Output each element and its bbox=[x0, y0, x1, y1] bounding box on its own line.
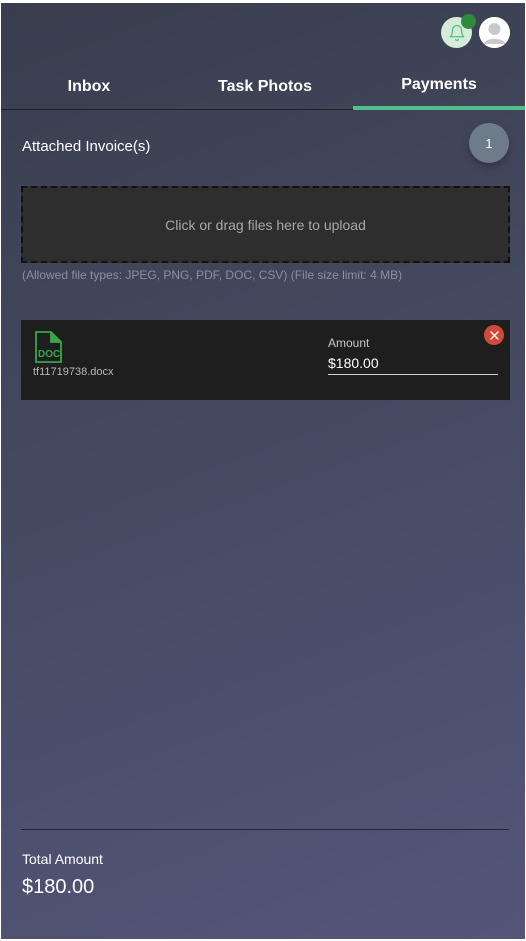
tab-payments[interactable]: Payments bbox=[353, 63, 525, 110]
file-upload-dropzone[interactable]: Click or drag files here to upload bbox=[21, 186, 510, 263]
user-avatar[interactable] bbox=[479, 17, 510, 48]
doc-type-label: DOC bbox=[38, 349, 60, 360]
tab-inbox[interactable]: Inbox bbox=[1, 63, 177, 110]
tab-task-photos[interactable]: Task Photos bbox=[177, 63, 353, 110]
amount-label: Amount bbox=[328, 336, 370, 350]
footer-divider bbox=[21, 829, 509, 830]
total-amount-label: Total Amount bbox=[22, 851, 103, 867]
user-avatar-icon bbox=[479, 17, 510, 48]
attached-invoices-label: Attached Invoice(s) bbox=[22, 138, 151, 155]
amount-input[interactable]: $180.00 bbox=[328, 355, 498, 375]
notification-dot bbox=[461, 14, 476, 29]
invoice-count-badge: 1 bbox=[469, 123, 509, 163]
invoice-file-name: tf11719738.docx bbox=[33, 366, 114, 378]
tab-bar: Inbox Task Photos Payments bbox=[1, 63, 525, 110]
invoice-card: DOC tf11719738.docx Amount $180.00 bbox=[21, 320, 510, 400]
file-type-hint: (Allowed file types: JPEG, PNG, PDF, DOC… bbox=[22, 268, 403, 282]
active-tab-indicator bbox=[353, 106, 525, 110]
payments-screen: Inbox Task Photos Payments Attached Invo… bbox=[1, 3, 525, 939]
close-icon bbox=[489, 330, 499, 340]
top-bar bbox=[1, 3, 525, 63]
doc-file-icon: DOC bbox=[33, 331, 65, 363]
remove-invoice-button[interactable] bbox=[484, 325, 504, 345]
dropzone-text: Click or drag files here to upload bbox=[165, 216, 366, 233]
total-amount-value: $180.00 bbox=[22, 876, 95, 898]
